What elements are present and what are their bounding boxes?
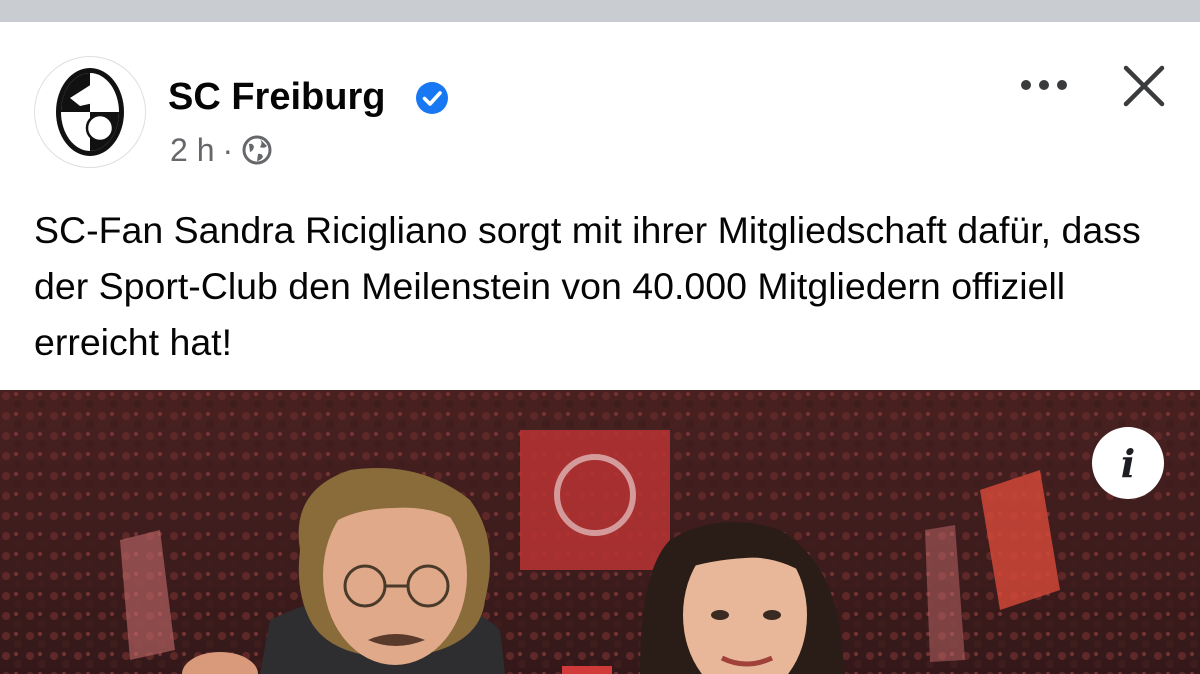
page-name[interactable]: SC Freiburg bbox=[168, 74, 385, 120]
meta-separator: · bbox=[222, 132, 234, 168]
photo-illustration bbox=[0, 390, 1200, 674]
globe-icon[interactable] bbox=[241, 134, 273, 166]
feed-divider bbox=[0, 0, 1200, 22]
info-icon: i bbox=[1120, 440, 1136, 486]
sc-freiburg-crest-icon bbox=[56, 68, 124, 156]
verified-badge-icon bbox=[416, 82, 448, 114]
facebook-post: SC Freiburg 2 h · SC-Fan Sandra Riciglia… bbox=[0, 22, 1200, 674]
post-timestamp[interactable]: 2 h bbox=[170, 130, 214, 170]
close-icon[interactable] bbox=[1118, 60, 1170, 112]
info-button[interactable]: i bbox=[1092, 427, 1164, 499]
more-options-icon[interactable] bbox=[1016, 70, 1072, 100]
post-meta: 2 h · bbox=[170, 130, 273, 170]
post-photo[interactable]: i bbox=[0, 390, 1200, 674]
page-avatar[interactable] bbox=[34, 56, 146, 168]
post-caption: SC-Fan Sandra Ricigliano sorgt mit ihrer… bbox=[34, 209, 1141, 363]
